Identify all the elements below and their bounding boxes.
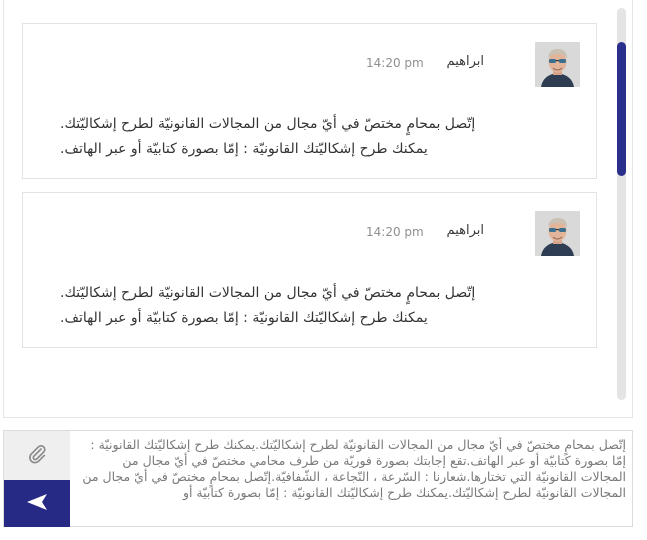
message-line: .إتّصل بمحامٍ مختصّ في أيّ مجال من المجا… [60,116,476,132]
paperclip-icon [26,443,48,469]
message-composer: إتّصل بمحامٍ مختصّ في أيّ مجال من المجال… [3,430,633,527]
user-avatar [535,42,580,87]
message-line: .إتّصل بمحامٍ مختصّ في أيّ مجال من المجا… [60,285,476,301]
message-card: ابراهيم 14:20 pm .إتّصل بمحامٍ مختصّ في … [22,192,597,348]
user-avatar [535,211,580,256]
message-time: 14:20 pm [366,56,424,70]
send-arrow-icon [26,493,48,515]
chat-panel: ابراهيم 14:20 pm .إتّصل بمحامٍ مختصّ في … [3,0,633,418]
scrollbar-track[interactable] [617,8,626,400]
message-text: .إتّصل بمحامٍ مختصّ في أيّ مجال من المجا… [60,281,580,331]
message-line: .يمكنك طرح إشكاليّتك القانونيّة : إمّا ب… [60,310,428,326]
scrollbar-thumb[interactable] [617,42,626,176]
send-button[interactable] [4,480,70,527]
attach-button[interactable] [4,431,70,480]
sender-name: ابراهيم [446,223,484,238]
message-line: .يمكنك طرح إشكاليّتك القانونيّة : إمّا ب… [60,141,428,157]
message-time: 14:20 pm [366,225,424,239]
message-input[interactable]: إتّصل بمحامٍ مختصّ في أيّ مجال من المجال… [80,437,626,523]
message-card: ابراهيم 14:20 pm .إتّصل بمحامٍ مختصّ في … [22,23,597,179]
message-text: .إتّصل بمحامٍ مختصّ في أيّ مجال من المجا… [60,112,580,162]
message-list[interactable]: ابراهيم 14:20 pm .إتّصل بمحامٍ مختصّ في … [4,0,614,418]
sender-name: ابراهيم [446,54,484,69]
